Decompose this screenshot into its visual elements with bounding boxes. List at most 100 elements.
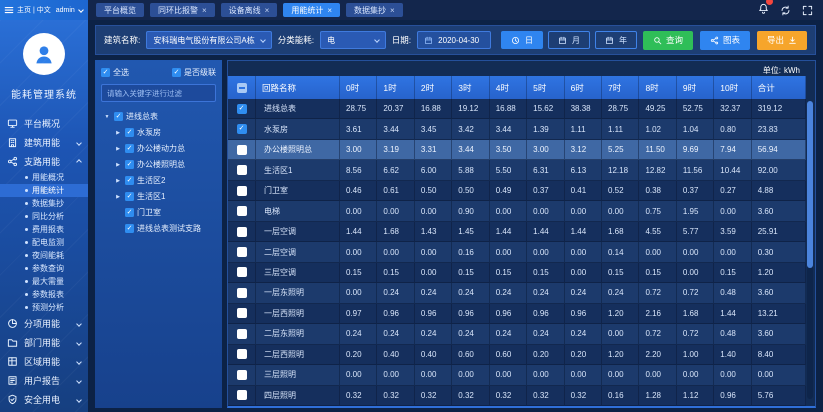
sidebar-subitem[interactable]: 费用报表 bbox=[0, 223, 88, 236]
close-icon[interactable]: × bbox=[202, 6, 207, 15]
table-row[interactable]: 三层空调 0.150.150.000.150.150.150.000.150.1… bbox=[228, 263, 806, 283]
table-row[interactable]: 生活区1 8.566.626.005.885.506.316.1312.1812… bbox=[228, 160, 806, 180]
table-row[interactable]: ✓ 水泵房 3.613.443.453.423.441.391.111.111.… bbox=[228, 119, 806, 139]
row-checkbox[interactable] bbox=[237, 370, 247, 380]
category-select[interactable]: 电 bbox=[320, 31, 386, 49]
column-header[interactable]: 2时 bbox=[415, 76, 452, 99]
row-checkbox[interactable] bbox=[237, 145, 247, 155]
tree-node[interactable]: ✓ 门卫室 bbox=[101, 207, 216, 218]
table-row[interactable]: 三层照明 0.000.000.000.000.000.000.000.000.0… bbox=[228, 365, 806, 385]
column-header[interactable]: 0时 bbox=[340, 76, 377, 99]
vertical-scrollbar[interactable] bbox=[807, 101, 813, 399]
column-header[interactable]: 回路名称 bbox=[256, 76, 340, 99]
column-header[interactable]: 10时 bbox=[714, 76, 751, 99]
sidebar-subitem[interactable]: 用能统计 bbox=[0, 184, 88, 197]
column-header[interactable]: 8时 bbox=[639, 76, 676, 99]
node-checkbox[interactable]: ✓ bbox=[125, 176, 134, 185]
notification-button[interactable] bbox=[758, 1, 769, 19]
avatar[interactable] bbox=[23, 33, 65, 75]
column-header[interactable]: 3时 bbox=[452, 76, 489, 99]
home-language-link[interactable]: 主页 | 中文 bbox=[17, 5, 51, 15]
range-button[interactable]: 月 bbox=[548, 31, 590, 49]
caret-right-icon[interactable]: ▶ bbox=[114, 130, 122, 136]
tree-node[interactable]: ▶ ✓ 办公楼动力总 bbox=[101, 143, 216, 154]
column-header[interactable]: 7时 bbox=[602, 76, 639, 99]
table-row[interactable]: 一层西照明 0.970.960.960.960.960.960.961.202.… bbox=[228, 304, 806, 324]
column-header[interactable]: 6时 bbox=[565, 76, 602, 99]
sidebar-subitem[interactable]: 预测分析 bbox=[0, 301, 88, 314]
close-icon[interactable]: × bbox=[390, 6, 395, 15]
node-checkbox[interactable]: ✓ bbox=[125, 192, 134, 201]
cascade-toggle[interactable]: ✓ 是否级联 bbox=[172, 67, 216, 78]
table-row[interactable]: 二层东照明 0.240.240.240.240.240.240.240.000.… bbox=[228, 324, 806, 344]
refresh-icon[interactable] bbox=[780, 5, 791, 16]
tree-search-input[interactable] bbox=[101, 84, 216, 102]
sidebar-subitem[interactable]: 同比分析 bbox=[0, 210, 88, 223]
table-row[interactable]: 门卫室 0.460.610.500.500.490.370.410.520.38… bbox=[228, 181, 806, 201]
row-checkbox[interactable] bbox=[237, 329, 247, 339]
hamburger-icon[interactable] bbox=[4, 5, 14, 15]
sidebar-item[interactable]: 区域用能 bbox=[0, 352, 88, 371]
sidebar-subitem[interactable]: 参数查询 bbox=[0, 262, 88, 275]
sidebar-item[interactable]: 平台概况 bbox=[0, 114, 88, 133]
table-row[interactable]: 电梯 0.000.000.000.900.000.000.000.000.751… bbox=[228, 201, 806, 221]
tab[interactable]: 同环比报警 × bbox=[150, 3, 215, 17]
table-row[interactable]: 一层东照明 0.000.240.240.240.240.240.240.240.… bbox=[228, 283, 806, 303]
table-row[interactable]: 四层照明 0.320.320.320.320.320.320.320.161.2… bbox=[228, 386, 806, 406]
row-checkbox[interactable] bbox=[237, 390, 247, 400]
tab[interactable]: 用能统计 × bbox=[283, 3, 340, 17]
date-picker[interactable]: 2020-04-30 bbox=[417, 31, 491, 49]
row-checkbox[interactable] bbox=[237, 186, 247, 196]
row-checkbox[interactable] bbox=[237, 206, 247, 216]
node-checkbox[interactable]: ✓ bbox=[125, 160, 134, 169]
sidebar-item[interactable]: 用户报告 bbox=[0, 371, 88, 390]
sidebar-item[interactable]: 支路用能 bbox=[0, 152, 88, 171]
tree-node[interactable]: ▶ ✓ 办公楼照明总 bbox=[101, 159, 216, 170]
row-checkbox[interactable] bbox=[237, 349, 247, 359]
node-checkbox[interactable]: ✓ bbox=[125, 128, 134, 137]
close-icon[interactable]: × bbox=[265, 6, 270, 15]
tree-node[interactable]: ▼ ✓ 进线总表 bbox=[101, 111, 216, 122]
node-checkbox[interactable]: ✓ bbox=[125, 208, 134, 217]
row-checkbox[interactable]: ✓ bbox=[237, 104, 247, 114]
building-select[interactable]: 安科瑞电气股份有限公司A栋 bbox=[146, 31, 271, 49]
column-header[interactable]: 合计 bbox=[752, 76, 806, 99]
range-button[interactable]: 日 bbox=[501, 31, 543, 49]
column-header[interactable]: 5时 bbox=[527, 76, 564, 99]
row-checkbox[interactable]: ✓ bbox=[237, 124, 247, 134]
sidebar-item[interactable]: 安全用电 bbox=[0, 390, 88, 409]
caret-right-icon[interactable]: ▶ bbox=[114, 146, 122, 152]
row-checkbox[interactable] bbox=[237, 227, 247, 237]
sidebar-subitem[interactable]: 用能概况 bbox=[0, 171, 88, 184]
tree-node[interactable]: ▶ ✓ 生活区2 bbox=[101, 175, 216, 186]
sidebar-item[interactable]: 部门用能 bbox=[0, 333, 88, 352]
sidebar-subitem[interactable]: 数据集抄 bbox=[0, 197, 88, 210]
column-header[interactable]: 1时 bbox=[377, 76, 414, 99]
close-icon[interactable]: × bbox=[327, 6, 332, 15]
select-all-toggle[interactable]: ✓ 全选 bbox=[101, 67, 129, 78]
range-button[interactable]: 年 bbox=[595, 31, 637, 49]
tab[interactable]: 设备离线 × bbox=[221, 3, 278, 17]
sidebar-subitem[interactable]: 夜间能耗 bbox=[0, 249, 88, 262]
node-checkbox[interactable]: ✓ bbox=[125, 224, 134, 233]
fullscreen-icon[interactable] bbox=[802, 5, 813, 16]
query-button[interactable]: 查询 bbox=[643, 31, 693, 50]
row-checkbox[interactable] bbox=[237, 308, 247, 318]
table-row[interactable]: 一层空调 1.441.681.431.451.441.441.441.684.5… bbox=[228, 222, 806, 242]
tree-node[interactable]: ▶ ✓ 水泵房 bbox=[101, 127, 216, 138]
sidebar-subitem[interactable]: 最大需量 bbox=[0, 275, 88, 288]
tree-node[interactable]: ▶ ✓ 生活区1 bbox=[101, 191, 216, 202]
row-checkbox[interactable] bbox=[237, 288, 247, 298]
export-button[interactable]: 导出 bbox=[757, 31, 807, 50]
row-checkbox[interactable] bbox=[237, 165, 247, 175]
select-all-rows-checkbox[interactable] bbox=[237, 83, 247, 93]
sidebar-item[interactable]: 建筑用能 bbox=[0, 133, 88, 152]
sidebar-subitem[interactable]: 配电监测 bbox=[0, 236, 88, 249]
sidebar-subitem[interactable]: 参数报表 bbox=[0, 288, 88, 301]
scrollbar-thumb[interactable] bbox=[807, 101, 813, 268]
caret-down-icon[interactable]: ▼ bbox=[103, 114, 111, 120]
tree-node[interactable]: ✓ 进线总表测试支路 bbox=[101, 223, 216, 234]
table-row[interactable]: 二层空调 0.000.000.000.160.000.000.000.140.0… bbox=[228, 242, 806, 262]
tab[interactable]: 平台概览 bbox=[96, 3, 144, 17]
node-checkbox[interactable]: ✓ bbox=[125, 144, 134, 153]
